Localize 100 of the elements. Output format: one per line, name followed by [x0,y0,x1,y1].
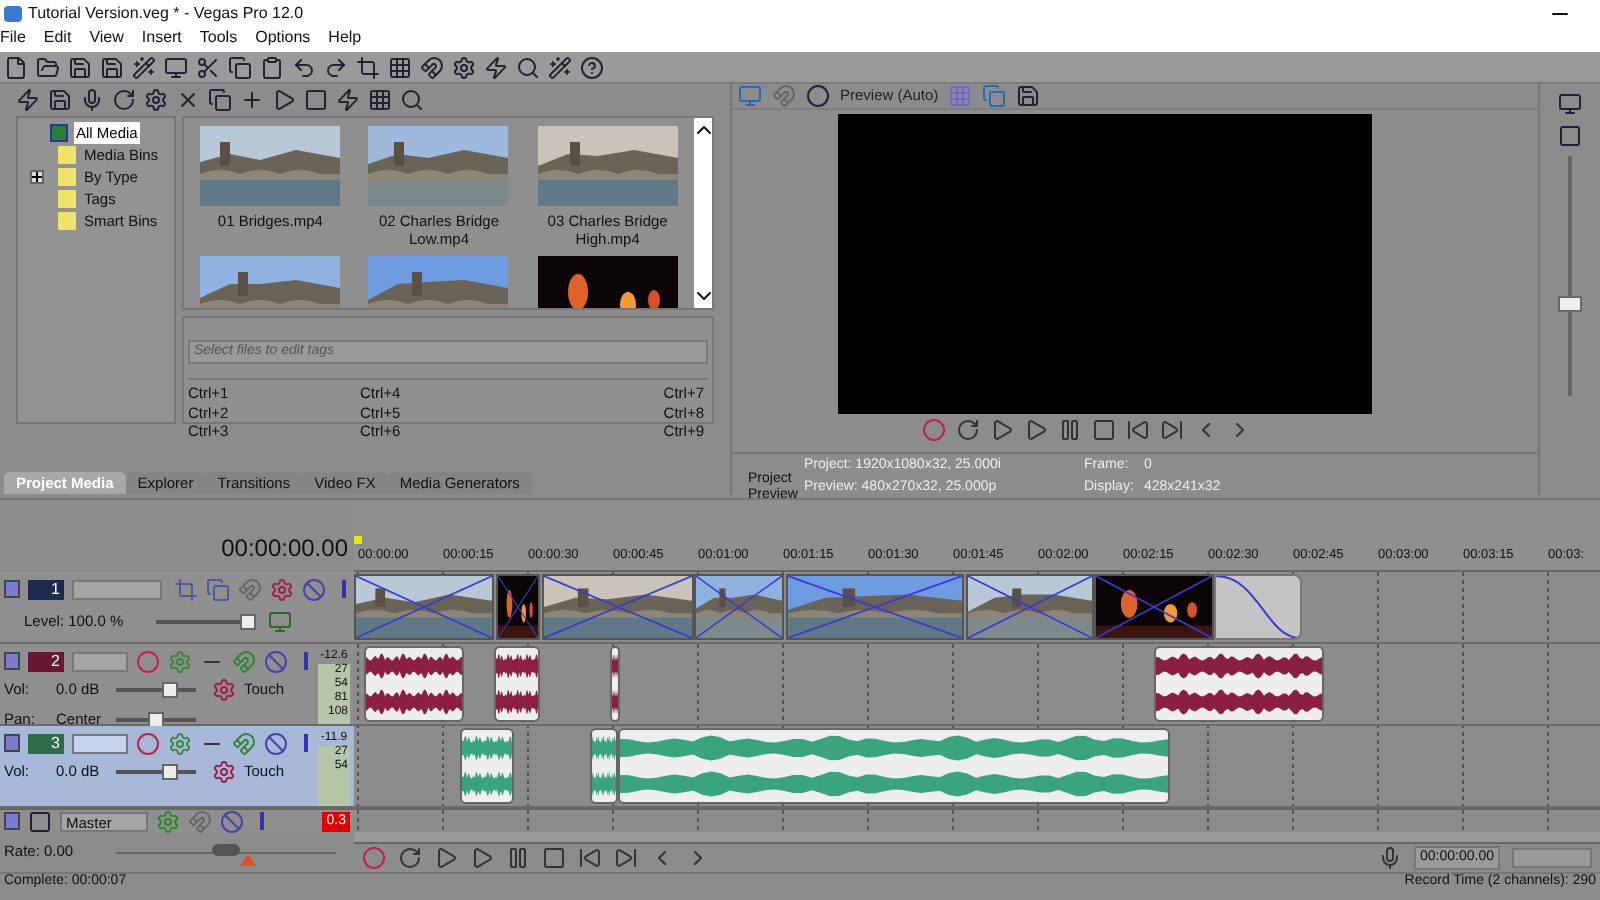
mute-icon[interactable] [264,731,288,755]
rate-slider[interactable] [116,840,336,864]
search-icon[interactable] [400,88,424,112]
slider-thumb[interactable] [148,711,164,728]
waveform-drawing [496,648,538,720]
scrollbar[interactable] [694,118,712,308]
fade-curve-drawing [1216,576,1300,638]
video-event[interactable] [1214,574,1302,640]
expand-toggle[interactable] [30,170,44,184]
microphone-icon[interactable] [1378,846,1403,870]
record-icon[interactable] [80,88,104,112]
play-from-start-icon[interactable] [434,846,458,870]
gear-icon[interactable] [144,88,168,112]
mute-icon[interactable] [264,649,288,673]
audio-event[interactable] [460,728,514,804]
pause-icon[interactable] [506,846,530,870]
level-slider[interactable] [156,614,256,630]
horizontal-scrollbar[interactable] [354,832,1600,844]
crop-icon[interactable] [356,55,380,79]
slider-thumb[interactable] [212,844,240,856]
video-event[interactable] [354,574,494,640]
track-collapse-icon[interactable] [4,652,20,670]
pause-icon[interactable] [1058,418,1082,442]
waveform-drawing [462,730,512,802]
delete-icon[interactable] [176,88,200,112]
stop-icon[interactable] [1092,418,1116,442]
help-icon[interactable] [580,55,604,79]
app-icon [4,5,22,21]
next-icon[interactable] [614,846,638,870]
track-name-field[interactable] [72,579,162,599]
slider-thumb[interactable] [162,764,179,780]
window-title: Tutorial Version.veg * - Vegas Pro 12.0 [28,1,304,25]
stop-icon[interactable] [542,846,566,870]
redo-icon[interactable] [324,55,348,79]
cursor-marker-icon [354,536,362,544]
waveform-drawing [592,730,616,802]
audio-event[interactable] [590,728,618,804]
menu-item[interactable]: Edit [43,26,72,50]
undo-icon[interactable] [292,55,316,79]
slider-thumb[interactable] [162,682,179,698]
new-file-icon[interactable] [4,55,28,79]
menu-item[interactable]: Tools [199,26,238,50]
track-name-field[interactable] [72,733,128,753]
slider-thumb[interactable] [240,614,256,630]
track-collapse-icon[interactable] [4,812,20,830]
menu-item[interactable]: File [0,26,26,50]
warning-icon [240,854,256,866]
paste-icon[interactable] [260,55,284,79]
record-arm-icon[interactable] [136,731,160,755]
fader-thumb[interactable] [1558,296,1582,312]
video-event[interactable] [1094,574,1214,640]
menu-item[interactable]: Help [328,26,362,50]
volume-slider[interactable] [116,764,196,780]
track-number: 3 [28,733,64,753]
copy-icon[interactable] [228,55,252,79]
previous-icon[interactable] [1126,418,1150,442]
snap-icon[interactable] [420,55,444,79]
add-icon[interactable] [240,88,264,112]
audio-event[interactable] [610,646,620,722]
folder-icon[interactable] [36,55,60,79]
track-collapse-icon[interactable] [4,580,20,598]
audio-event[interactable] [364,646,464,722]
video-event[interactable] [694,574,784,640]
mute-icon[interactable] [220,809,244,833]
track-name-field[interactable] [72,651,128,671]
track-collapse-icon[interactable] [4,734,20,752]
input-level-field [1512,848,1592,868]
menu-item[interactable]: View [89,26,124,50]
play-icon[interactable] [272,88,296,112]
master-fader[interactable] [1558,156,1582,396]
loop-icon[interactable] [398,846,422,870]
track-number: 1 [28,579,64,599]
video-event[interactable] [966,574,1094,640]
menu-item[interactable]: Insert [141,26,182,50]
volume-slider[interactable] [116,682,196,698]
menu-item[interactable]: Options [255,26,311,50]
timecode: 00:00:00.00 [221,532,348,566]
mute-icon[interactable] [302,577,326,601]
play-icon[interactable] [470,846,494,870]
zoom-icon[interactable] [516,55,540,79]
previous-icon[interactable] [578,846,602,870]
play-icon[interactable] [1024,418,1048,442]
audio-event[interactable] [494,646,540,722]
save-icon[interactable] [68,55,92,79]
gear-icon[interactable] [452,55,476,79]
gear-icon[interactable] [212,760,236,784]
loop-icon[interactable] [956,418,980,442]
cut-icon[interactable] [196,55,220,79]
play-from-start-icon[interactable] [990,418,1014,442]
save-icon[interactable] [1016,84,1041,108]
track-number: 2 [28,651,64,671]
refresh-icon[interactable] [112,88,136,112]
grid-icon[interactable] [388,55,412,79]
waveform-drawing [366,648,462,720]
save-as-icon[interactable] [100,55,124,79]
video-event[interactable] [496,574,540,640]
view-icon[interactable] [368,88,392,112]
next-icon[interactable] [1160,418,1184,442]
stop-icon[interactable] [304,88,328,112]
copy-icon[interactable] [208,88,232,112]
